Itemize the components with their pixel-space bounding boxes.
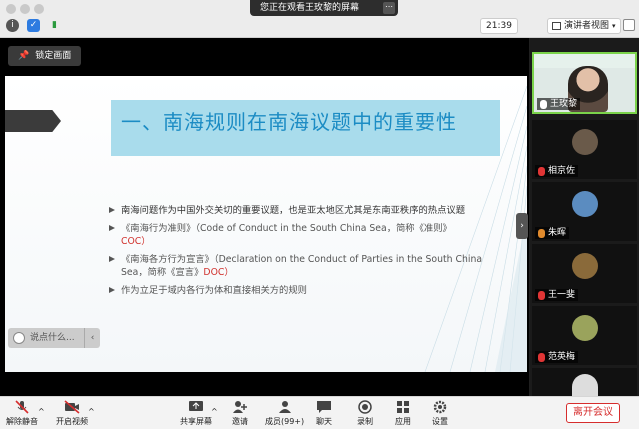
participant-tile[interactable]: 朱晖 [532, 182, 637, 241]
chevron-up-icon: ^ [38, 407, 45, 416]
mic-muted-icon [538, 290, 545, 300]
chevron-up-icon: ^ [211, 407, 218, 416]
video-options-chevron[interactable]: ^ [88, 407, 95, 416]
quick-chat-input[interactable]: 说点什么... ‹ [8, 328, 100, 348]
avatar [572, 315, 598, 341]
participant-gallery: 王玫黎 相京佐 朱晖 王一斐 范英梅 [530, 38, 639, 396]
share-screen-icon [189, 401, 203, 411]
mic-muted-icon [538, 352, 545, 362]
chevron-left-icon[interactable]: ‹ [84, 328, 100, 348]
more-options-icon[interactable]: ⋯ [383, 2, 395, 14]
participant-tile[interactable] [532, 368, 637, 396]
mic-muted-icon [538, 228, 545, 238]
lock-label: 锁定画面 [35, 51, 72, 61]
slide-arrow-shape [5, 110, 61, 132]
members-icon [278, 401, 291, 413]
apps-button[interactable]: 应用 [395, 400, 411, 427]
viewing-banner[interactable]: 您正在观看王玫黎的屏幕 ⋯ [250, 0, 398, 16]
mic-muted-icon [538, 166, 545, 176]
apps-icon [397, 401, 409, 413]
participant-tile[interactable]: 王玫黎 [532, 52, 637, 114]
info-icon[interactable]: i [6, 19, 19, 32]
slide-bullet: 《南海行为准则》（Code of Conduct in the South Ch… [107, 222, 487, 248]
mic-muted-icon [540, 99, 547, 109]
mute-button[interactable]: 解除静音 [6, 400, 38, 427]
speaker-view-button[interactable]: 演讲者视图 ▾ [547, 18, 621, 34]
collapse-gallery-button[interactable]: › [516, 213, 528, 239]
slide-bullet: 《南海各方行为宣言》（Declaration on the Conduct of… [107, 253, 487, 279]
participant-name: 相京佐 [535, 165, 579, 177]
shared-screen: 📌 锁定画面 一、南海规则在南海议题中的重要性 南海问题作为中国外交关切的重要议… [0, 38, 529, 396]
meeting-toolbar: 解除静音 ^ 开启视频 ^ 共享屏幕 ^ 邀请 成员(99+) 聊天 录制 应用… [0, 396, 639, 429]
participant-tile[interactable]: 范英梅 [532, 306, 637, 365]
record-icon [358, 400, 372, 414]
members-button[interactable]: 成员(99+) [265, 400, 304, 427]
share-options-chevron[interactable]: ^ [211, 407, 218, 416]
lock-screen-button[interactable]: 📌 锁定画面 [8, 46, 82, 66]
record-button[interactable]: 录制 [357, 400, 373, 427]
chevron-up-icon: ^ [88, 407, 95, 416]
slide-bullet: 作为立足于域内各行为体和直接相关方的规则 [107, 284, 487, 297]
slide-bullet: 南海问题作为中国外交关切的重要议题，也是亚太地区尤其是东南亚秩序的热点议题 [107, 204, 487, 217]
top-bar: 您正在观看王玫黎的屏幕 ⋯ i ✓ ▮ 21:39 演讲者视图 ▾ [0, 0, 639, 38]
participant-name: 王一斐 [535, 289, 579, 301]
participant-tile[interactable]: 王一斐 [532, 244, 637, 303]
avatar [572, 253, 598, 279]
leave-meeting-button[interactable]: 离开会议 [566, 403, 620, 423]
window-close-button[interactable] [6, 4, 16, 14]
fullscreen-icon[interactable] [623, 19, 635, 31]
gear-icon [433, 400, 447, 414]
avatar [572, 129, 598, 155]
meeting-window: 您正在观看王玫黎的屏幕 ⋯ i ✓ ▮ 21:39 演讲者视图 ▾ 📌 锁定画面 [0, 0, 639, 429]
window-minimize-button[interactable] [20, 4, 30, 14]
pin-icon: 📌 [18, 51, 30, 61]
slide-title-box: 一、南海规则在南海议题中的重要性 [111, 100, 500, 156]
status-icons: i ✓ ▮ [6, 19, 61, 32]
invite-button[interactable]: 邀请 [232, 400, 248, 427]
grid-icon [552, 22, 561, 30]
avatar [572, 191, 598, 217]
emoji-icon[interactable] [13, 332, 25, 344]
shield-icon[interactable]: ✓ [27, 19, 40, 32]
chat-button[interactable]: 聊天 [316, 400, 332, 427]
slide-title: 一、南海规则在南海议题中的重要性 [121, 110, 457, 134]
view-mode-label: 演讲者视图 [564, 21, 610, 31]
chat-icon [317, 401, 331, 413]
window-zoom-button[interactable] [34, 4, 44, 14]
chat-placeholder: 说点什么... [30, 333, 75, 343]
video-button[interactable]: 开启视频 [56, 400, 88, 427]
slide-bullet-list: 南海问题作为中国外交关切的重要议题，也是亚太地区尤其是东南亚秩序的热点议题 《南… [107, 204, 487, 302]
share-screen-button[interactable]: 共享屏幕 [180, 400, 212, 427]
viewing-text: 您正在观看王玫黎的屏幕 [260, 3, 360, 13]
add-user-icon [233, 401, 247, 413]
signal-icon[interactable]: ▮ [48, 19, 61, 32]
participant-name: 王玫黎 [537, 98, 581, 110]
mic-off-icon [15, 400, 29, 414]
meeting-timer: 21:39 [480, 18, 518, 34]
participant-tile[interactable]: 相京佐 [532, 120, 637, 179]
mute-options-chevron[interactable]: ^ [38, 407, 45, 416]
settings-button[interactable]: 设置 [432, 400, 448, 427]
participant-name: 朱晖 [535, 227, 570, 239]
camera-off-icon [64, 400, 80, 414]
participant-name: 范英梅 [535, 351, 579, 363]
chevron-down-icon: ▾ [612, 22, 616, 30]
avatar [572, 374, 598, 396]
